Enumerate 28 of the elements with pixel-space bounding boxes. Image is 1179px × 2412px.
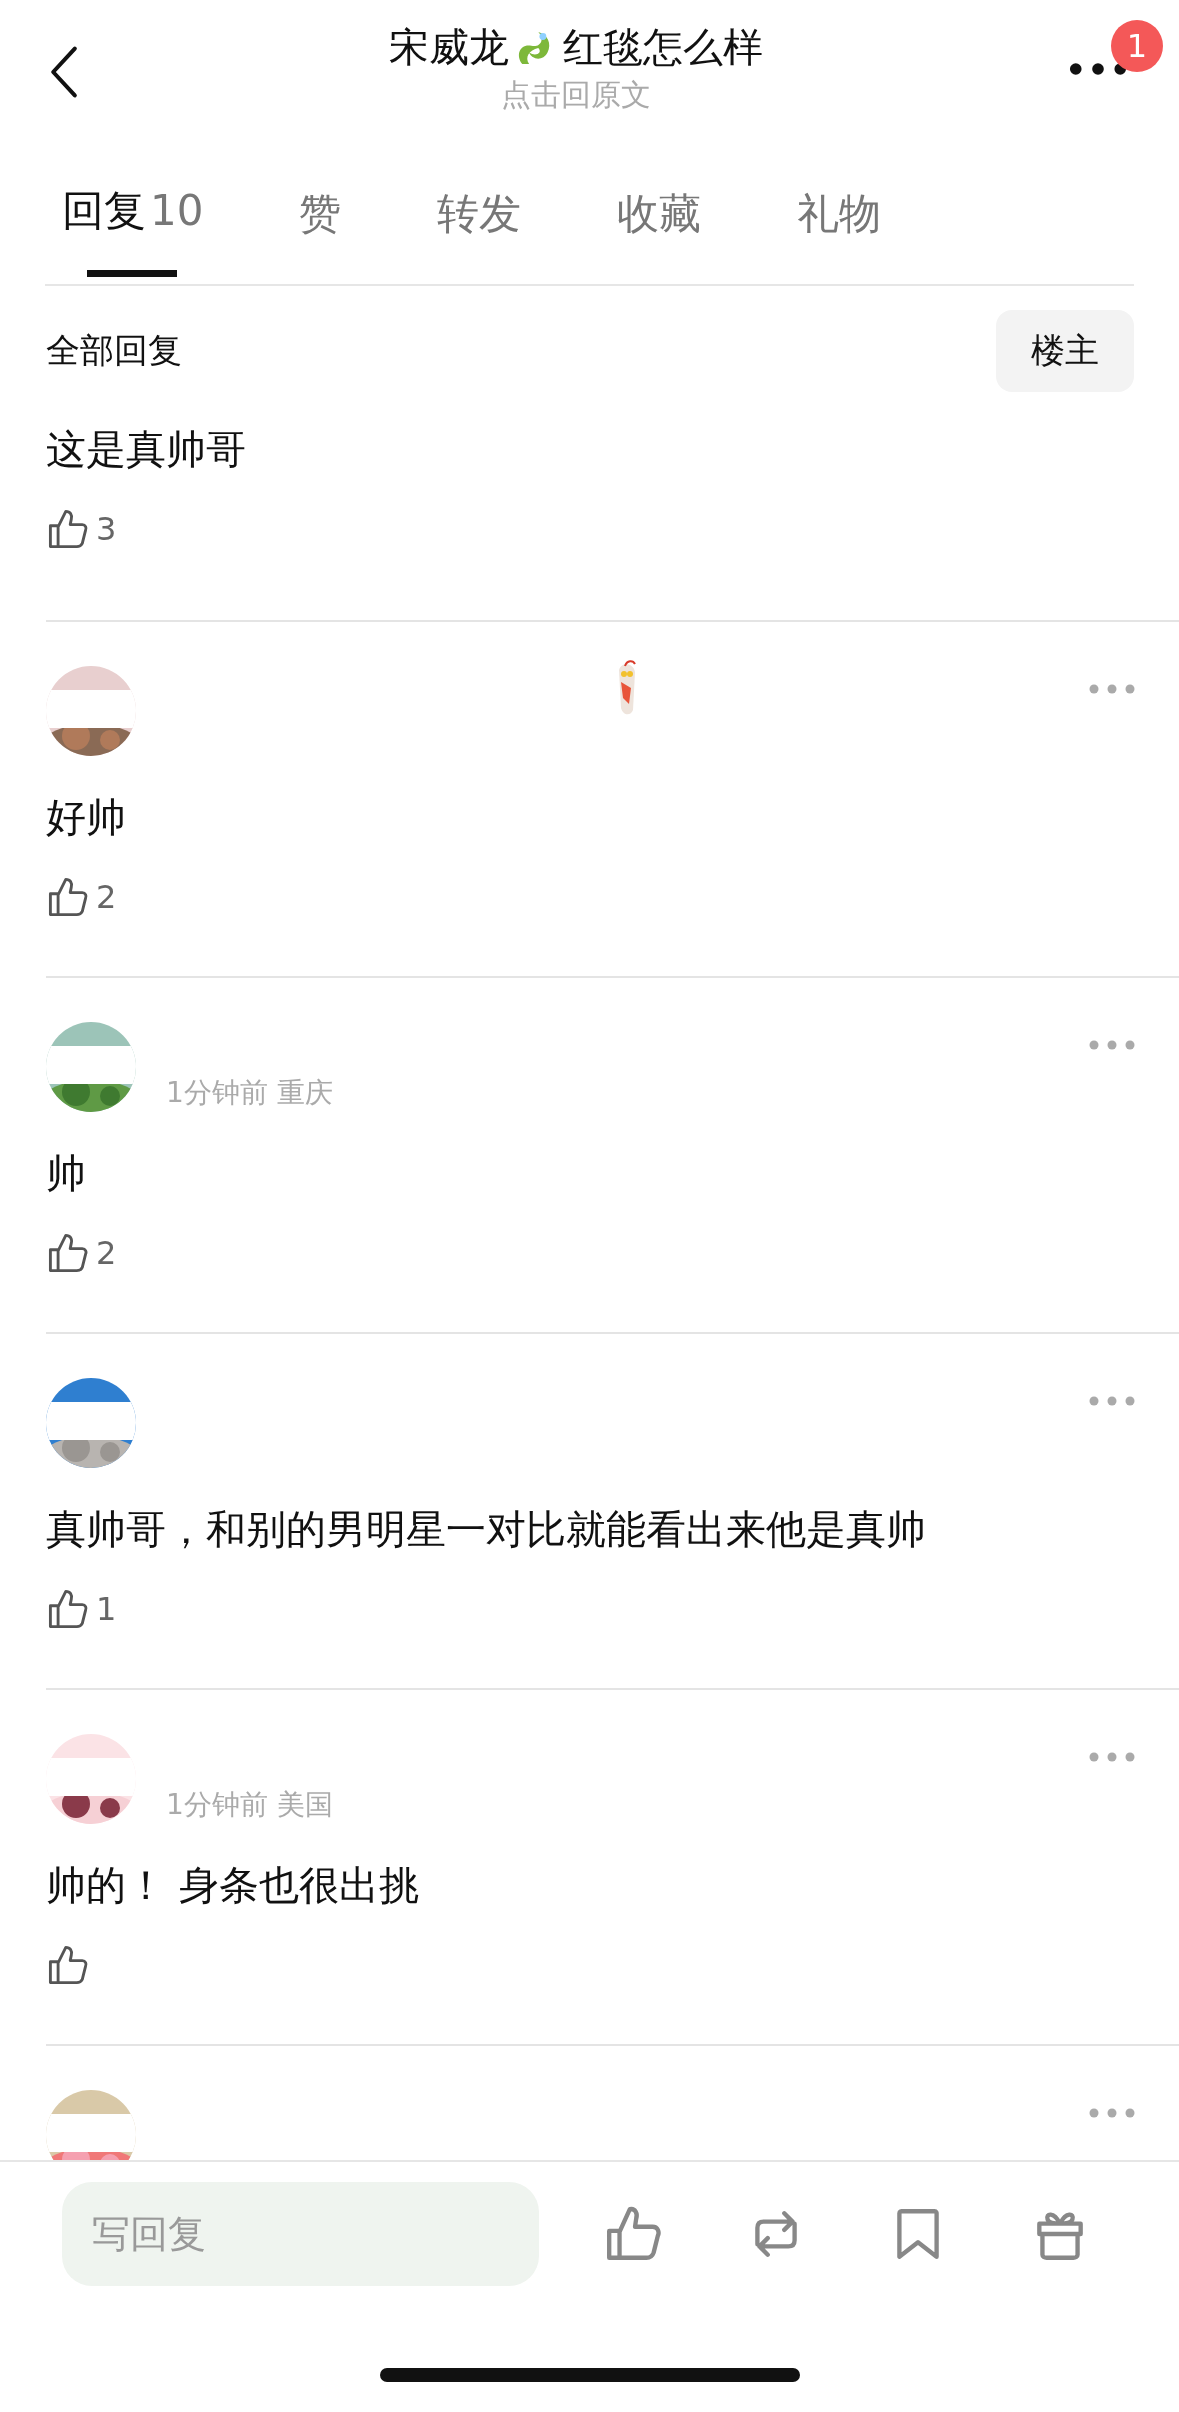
all-replies-label: 全部回复	[46, 329, 182, 372]
comment-text: 这是真帅哥	[46, 425, 247, 474]
like-count: 2	[96, 1234, 117, 1272]
comment-text: 帅	[46, 1149, 87, 1198]
like-count: 2	[96, 878, 117, 916]
tab[interactable]: 转发	[437, 154, 522, 284]
tab[interactable]: 收藏	[617, 154, 702, 284]
like-count: 3	[96, 510, 117, 548]
like-icon[interactable]	[46, 1943, 90, 1987]
post-title: 红毯怎么样	[562, 23, 763, 72]
tab[interactable]: 赞	[299, 154, 342, 284]
like-icon[interactable]	[46, 1231, 90, 1275]
tab[interactable]: 礼物	[797, 154, 882, 284]
notification-badge: 1	[1111, 20, 1163, 72]
post-title: 宋威龙	[388, 23, 509, 72]
more-icon[interactable]	[1069, 62, 1127, 76]
comment-text: 好帅	[46, 793, 127, 842]
author-filter-button[interactable]: 楼主	[996, 310, 1134, 392]
like-icon[interactable]	[46, 875, 90, 919]
like-icon[interactable]	[46, 507, 90, 551]
comment-meta: 1分钟前 美国	[166, 1787, 333, 1823]
like-icon[interactable]	[46, 1587, 90, 1631]
like-count: 1	[96, 1590, 117, 1628]
back-to-post-link[interactable]: 点击回原文	[500, 75, 651, 116]
comment-text: 帅的！ 身条也很出挑	[46, 1861, 420, 1910]
reply-input[interactable]: 写回复	[62, 2182, 539, 2286]
comment-meta: 1分钟前 重庆	[166, 1075, 333, 1111]
comment-text: 真帅哥，和别的男明星一对比就能看出来他是真帅	[46, 1505, 927, 1554]
